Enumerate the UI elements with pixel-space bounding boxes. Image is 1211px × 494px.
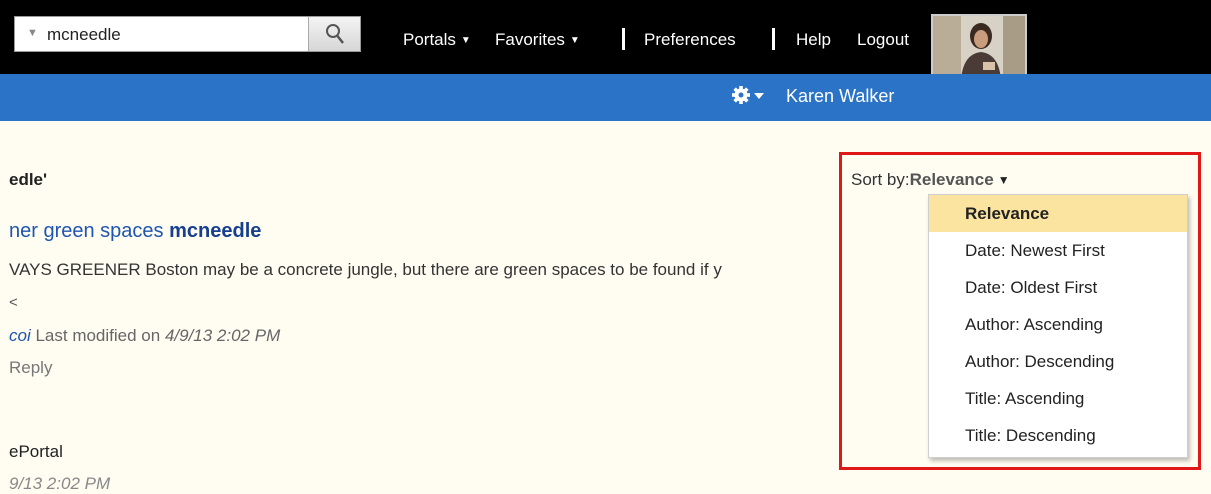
help-link[interactable]: Help <box>796 30 831 50</box>
sort-option-relevance[interactable]: Relevance <box>929 195 1187 232</box>
sort-option-author-desc[interactable]: Author: Descending <box>929 343 1187 380</box>
result-title-text: ner green spaces <box>9 220 170 242</box>
user-bar <box>0 74 1211 121</box>
gear-icon <box>732 86 764 104</box>
avatar[interactable] <box>931 14 1027 82</box>
result-date: 9/13 2:02 PM <box>9 474 111 493</box>
nav-separator <box>772 28 775 50</box>
sort-label: Sort by: <box>851 170 910 189</box>
modified-label: Last modified on <box>30 326 165 345</box>
search-input[interactable] <box>45 20 319 50</box>
result-source[interactable]: ePortal <box>9 442 63 462</box>
favorites-label: Favorites <box>495 30 565 49</box>
chevron-down-icon[interactable]: ▼ <box>998 173 1010 187</box>
sort-option-author-asc[interactable]: Author: Ascending <box>929 306 1187 343</box>
author-link[interactable]: coi <box>9 326 31 345</box>
sort-option-title-desc[interactable]: Title: Descending <box>929 417 1187 454</box>
preferences-link[interactable]: Preferences <box>644 30 736 50</box>
user-name[interactable]: Karen Walker <box>786 86 894 107</box>
result-snippet-continuation: < <box>9 294 18 311</box>
chevron-down-icon: ▼ <box>569 35 580 46</box>
search-scope-dropdown[interactable]: ▼ <box>27 27 38 39</box>
logout-link[interactable]: Logout <box>857 30 909 50</box>
reply-link[interactable]: Reply <box>9 358 52 378</box>
user-photo <box>933 16 1025 80</box>
nav-separator <box>622 28 625 50</box>
portals-menu[interactable]: Portals ▼ <box>403 30 471 50</box>
result-meta: coi Last modified on 4/9/13 2:02 PM <box>9 326 280 346</box>
settings-menu[interactable] <box>731 84 767 111</box>
search-button[interactable] <box>308 17 360 51</box>
sort-option-title-asc[interactable]: Title: Ascending <box>929 380 1187 417</box>
search-box[interactable]: ▼ <box>14 16 361 52</box>
favorites-menu[interactable]: Favorites ▼ <box>495 30 580 50</box>
results-heading: edle' <box>9 170 48 189</box>
sort-option-date-oldest[interactable]: Date: Oldest First <box>929 269 1187 306</box>
result-title-keyword: mcneedle <box>169 220 262 242</box>
result-snippet: VAYS GREENER Boston may be a concrete ju… <box>9 260 722 279</box>
search-icon <box>325 24 344 44</box>
sort-control[interactable]: Sort by:Relevance ▼ <box>851 170 1010 190</box>
sort-option-date-newest[interactable]: Date: Newest First <box>929 232 1187 269</box>
sort-current-value[interactable]: Relevance <box>910 170 994 189</box>
modified-date: 4/9/13 2:02 PM <box>164 326 281 345</box>
chevron-down-icon: ▼ <box>460 35 471 46</box>
sort-dropdown-menu: Relevance Date: Newest First Date: Oldes… <box>928 194 1188 458</box>
result-title-link[interactable]: ner green spaces mcneedle <box>9 220 261 243</box>
portals-label: Portals <box>403 30 456 49</box>
